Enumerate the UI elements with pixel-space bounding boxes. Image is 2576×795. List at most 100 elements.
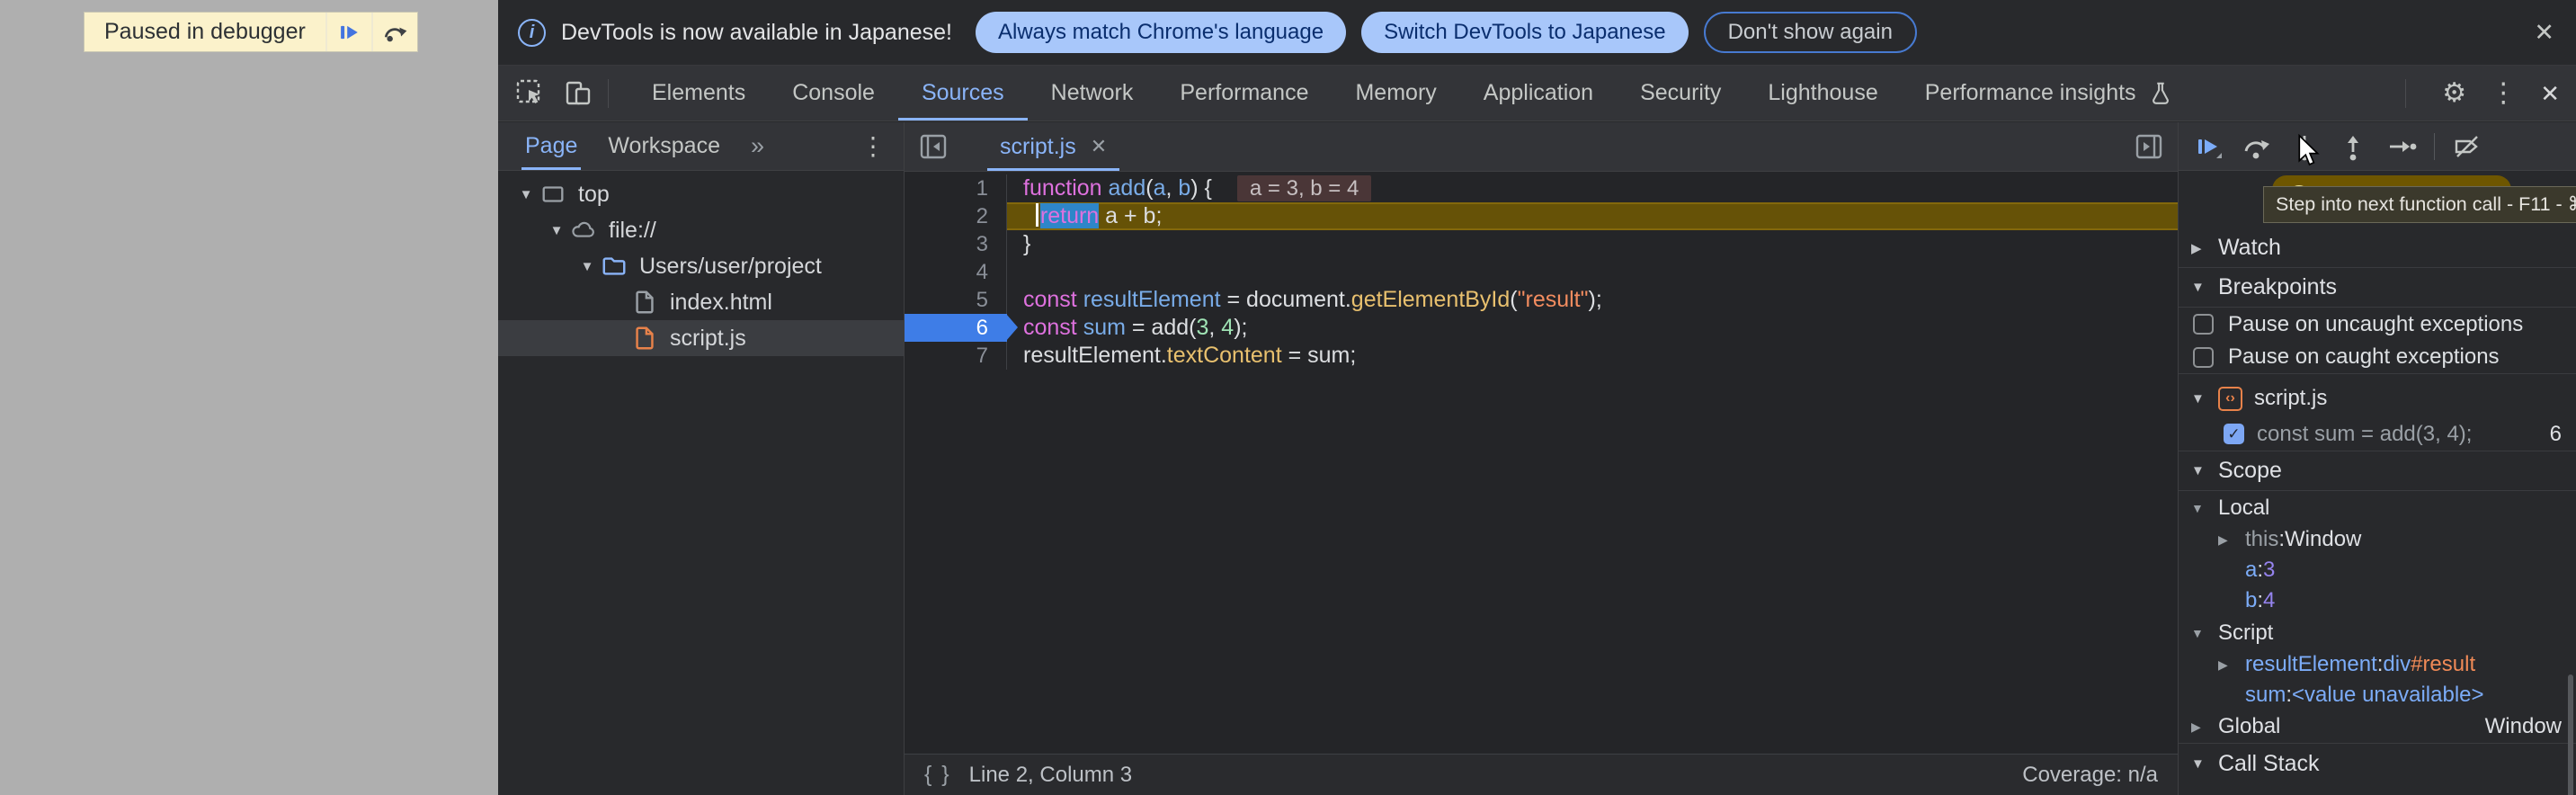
- divider: [2434, 133, 2435, 160]
- scope-property[interactable]: sum: <value unavailable>: [2179, 680, 2576, 710]
- notif-button[interactable]: Switch DevTools to Japanese: [1361, 12, 1689, 53]
- more-tabs-icon[interactable]: »: [751, 132, 764, 160]
- notif-button[interactable]: Always match Chrome's language: [976, 12, 1346, 53]
- tab-page[interactable]: Page: [521, 122, 581, 170]
- expander-icon[interactable]: ▼: [2191, 756, 2218, 772]
- tab-lighthouse[interactable]: Lighthouse: [1744, 66, 1901, 121]
- settings-gear-icon[interactable]: ⚙: [2442, 80, 2466, 107]
- tree-item-index-html[interactable]: index.html: [498, 284, 904, 320]
- section-watch[interactable]: ▶Watch: [2179, 228, 2576, 268]
- code-editor[interactable]: 1function add(a, b) {a = 3, b = 42 retur…: [905, 172, 2178, 754]
- deactivate-breakpoints-icon[interactable]: [2451, 130, 2483, 163]
- tab-sources[interactable]: Sources: [898, 66, 1028, 121]
- code-text: [1007, 258, 2178, 286]
- expander-icon[interactable]: ▶: [2191, 240, 2218, 256]
- tab-security[interactable]: Security: [1617, 66, 1744, 121]
- code-line-3[interactable]: 3}: [905, 230, 2178, 258]
- checkbox-box[interactable]: [2193, 314, 2214, 335]
- devtools-close-icon[interactable]: ✕: [2540, 82, 2560, 105]
- expander-icon[interactable]: ▶: [2218, 532, 2245, 548]
- section-global[interactable]: ▶GlobalWindow: [2179, 710, 2576, 744]
- file-tab-label: script.js: [1000, 134, 1076, 160]
- code-line-4[interactable]: 4: [905, 258, 2178, 286]
- notification-close-icon[interactable]: ✕: [2534, 19, 2554, 47]
- pretty-print-icon[interactable]: { }: [924, 762, 951, 788]
- device-toolbar-icon[interactable]: [563, 77, 595, 110]
- section-scope[interactable]: ▼Scope: [2179, 451, 2576, 491]
- line-number[interactable]: 4: [905, 258, 1007, 286]
- step-icon[interactable]: [2385, 130, 2418, 163]
- code-line-2[interactable]: 2 return a + b;: [905, 202, 2178, 230]
- tree-item-file-[interactable]: ▼file://: [498, 212, 904, 248]
- scope-property[interactable]: ▶resultElement: div#result: [2179, 649, 2576, 680]
- breakpoint-badge-line-number[interactable]: 6: [905, 314, 1007, 342]
- notification-bar: i DevTools is now available in Japanese!…: [498, 0, 2576, 66]
- step-over-button[interactable]: [373, 13, 417, 51]
- step-over-icon[interactable]: [2240, 130, 2272, 163]
- line-number[interactable]: 2: [905, 202, 1007, 230]
- notif-button[interactable]: Don't show again: [1704, 12, 1917, 53]
- checkbox-box[interactable]: [2193, 347, 2214, 368]
- tab-console[interactable]: Console: [769, 66, 898, 121]
- tab-memory[interactable]: Memory: [1332, 66, 1459, 121]
- tab-workspace[interactable]: Workspace: [604, 122, 724, 170]
- section-breakpoints[interactable]: ▼Breakpoints: [2179, 268, 2576, 308]
- code-text: function add(a, b) {a = 3, b = 4: [1007, 174, 2178, 202]
- tab-performance[interactable]: Performance: [1156, 66, 1332, 121]
- scope-property[interactable]: ▶this: Window: [2179, 524, 2576, 555]
- expander-icon[interactable]: ▼: [513, 187, 539, 202]
- tab-label: Performance insights: [1925, 80, 2136, 106]
- section-call-stack[interactable]: ▼Call Stack: [2179, 744, 2576, 783]
- expander-icon[interactable]: ▼: [574, 259, 601, 274]
- tab-performance-insights[interactable]: Performance insights: [1902, 66, 2197, 121]
- breakpoint-entry[interactable]: ✓const sum = add(3, 4);6: [2179, 417, 2576, 451]
- section-local[interactable]: ▼Local: [2179, 491, 2576, 524]
- breakpoint-checkbox[interactable]: ✓: [2224, 424, 2244, 444]
- code-line-6[interactable]: 6const sum = add(3, 4);: [905, 314, 2178, 342]
- checkbox-pause-on-uncaught-exceptions[interactable]: Pause on uncaught exceptions: [2179, 308, 2576, 341]
- line-number[interactable]: 3: [905, 230, 1007, 258]
- file-tab-close-icon[interactable]: ✕: [1091, 135, 1107, 158]
- hide-navigator-icon[interactable]: [917, 130, 949, 163]
- expander-icon[interactable]: ▼: [2191, 391, 2218, 406]
- expander-icon[interactable]: ▼: [2191, 280, 2218, 295]
- scope-value-preview: Window: [2485, 714, 2562, 739]
- line-number[interactable]: 1: [905, 174, 1007, 202]
- breakpoint-file-group[interactable]: ▼‹›script.js: [2179, 380, 2576, 417]
- expander-icon[interactable]: ▼: [2191, 501, 2218, 515]
- tree-item-top[interactable]: ▼top: [498, 176, 904, 212]
- tab-label: Application: [1484, 80, 1593, 106]
- tree-item-script-js[interactable]: script.js: [498, 320, 904, 356]
- expander-icon[interactable]: ▶: [2191, 719, 2218, 735]
- tab-label: Lighthouse: [1768, 80, 1877, 106]
- code-line-1[interactable]: 1function add(a, b) {a = 3, b = 4: [905, 174, 2178, 202]
- tab-elements[interactable]: Elements: [628, 66, 769, 121]
- hide-debugger-sidebar-icon[interactable]: [2133, 130, 2165, 163]
- resume-script-icon[interactable]: [2191, 130, 2224, 163]
- expander-icon[interactable]: ▼: [543, 223, 570, 238]
- line-number[interactable]: 7: [905, 342, 1007, 370]
- divider: [608, 79, 609, 108]
- scrollbar[interactable]: [2568, 674, 2573, 795]
- code-line-7[interactable]: 7resultElement.textContent = sum;: [905, 342, 2178, 370]
- tab-application[interactable]: Application: [1460, 66, 1617, 121]
- navigator-kebab-icon[interactable]: ⋮: [860, 131, 886, 161]
- code-line-5[interactable]: 5const resultElement = document.getEleme…: [905, 286, 2178, 314]
- checkbox-label: Pause on uncaught exceptions: [2228, 312, 2523, 337]
- resume-script-button[interactable]: [327, 13, 371, 51]
- kebab-menu-icon[interactable]: ⋮: [2490, 80, 2517, 107]
- file-tab-scriptjs[interactable]: script.js ✕: [987, 122, 1119, 171]
- line-number[interactable]: 5: [905, 286, 1007, 314]
- expander-icon[interactable]: ▼: [2191, 626, 2218, 640]
- checkbox-pause-on-caught-exceptions[interactable]: Pause on caught exceptions: [2179, 341, 2576, 374]
- step-into-tooltip: Step into next function call - F11 - ⌘ ;: [2263, 186, 2576, 223]
- scope-property[interactable]: b: 4: [2179, 585, 2576, 616]
- scope-property[interactable]: a: 3: [2179, 555, 2576, 585]
- step-out-icon[interactable]: [2337, 130, 2369, 163]
- expander-icon[interactable]: ▶: [2218, 657, 2245, 673]
- tree-item-users-user-project[interactable]: ▼Users/user/project: [498, 248, 904, 284]
- inspect-element-icon[interactable]: [514, 77, 547, 110]
- tab-network[interactable]: Network: [1028, 66, 1157, 121]
- expander-icon[interactable]: ▼: [2191, 463, 2218, 478]
- section-script[interactable]: ▼Script: [2179, 616, 2576, 649]
